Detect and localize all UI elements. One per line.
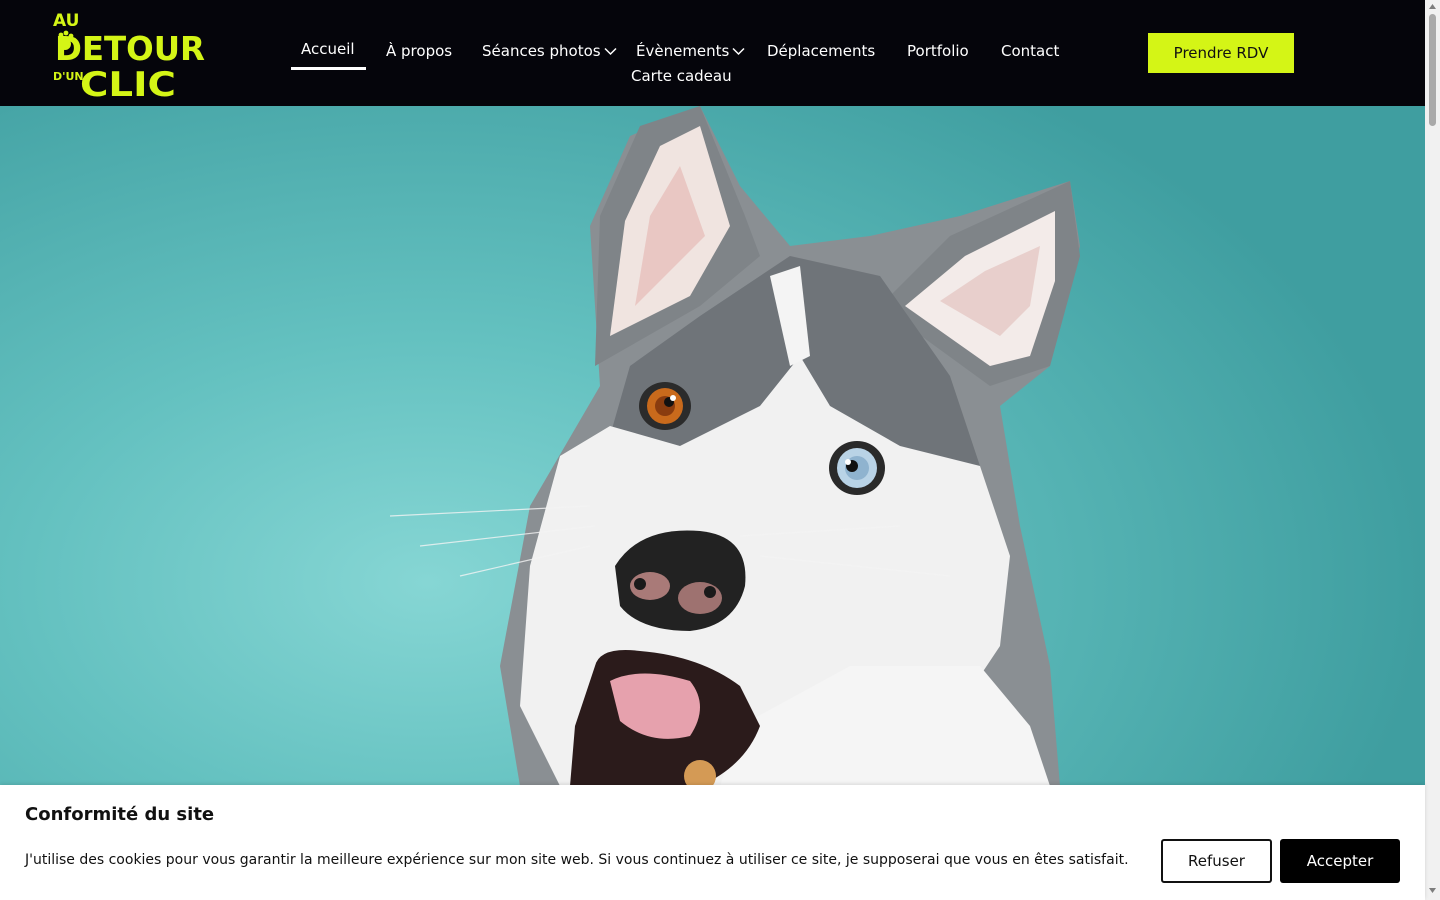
nav-item-evenements[interactable]: Évènements — [636, 42, 745, 60]
chevron-down-icon — [732, 47, 745, 56]
logo-text-detour: DETOUR — [55, 29, 205, 68]
logo-text-clic: CLIC — [80, 65, 176, 98]
nav-label: Séances photos — [482, 42, 601, 60]
book-appointment-button[interactable]: Prendre RDV — [1148, 33, 1294, 73]
hero-image — [0, 106, 1425, 786]
husky-dog-photo — [389, 106, 1080, 786]
cookie-banner-text: J'utilise des cookies pour vous garantir… — [25, 852, 1129, 868]
chevron-down-icon — [604, 47, 617, 56]
nav-item-deplacements[interactable]: Déplacements — [767, 42, 875, 60]
scrollbar-thumb[interactable] — [1429, 14, 1436, 126]
nav-item-seances-photos[interactable]: Séances photos — [482, 42, 617, 60]
scroll-down-arrow-icon[interactable] — [1428, 886, 1437, 894]
nav-item-contact[interactable]: Contact — [1001, 42, 1059, 60]
nav-label: Évènements — [636, 42, 730, 60]
site-header: AU DETOUR D'UN CLIC Accueil À propos Séa… — [0, 0, 1425, 106]
nav-item-a-propos[interactable]: À propos — [386, 42, 452, 60]
nav-item-portfolio[interactable]: Portfolio — [907, 42, 969, 60]
site-logo[interactable]: AU DETOUR D'UN CLIC — [52, 8, 207, 98]
cookie-banner-title: Conformité du site — [25, 804, 215, 825]
nav-item-accueil[interactable]: Accueil — [291, 40, 366, 70]
logo-text-au: AU — [53, 11, 79, 31]
scroll-up-arrow-icon[interactable] — [1428, 3, 1437, 11]
accept-cookies-button[interactable]: Accepter — [1280, 839, 1400, 883]
cookie-consent-banner: Conformité du site J'utilise des cookies… — [0, 785, 1425, 900]
nav-item-carte-cadeau[interactable]: Carte cadeau — [631, 67, 732, 85]
refuse-cookies-button[interactable]: Refuser — [1161, 839, 1272, 883]
page-scrollbar[interactable] — [1425, 0, 1440, 900]
